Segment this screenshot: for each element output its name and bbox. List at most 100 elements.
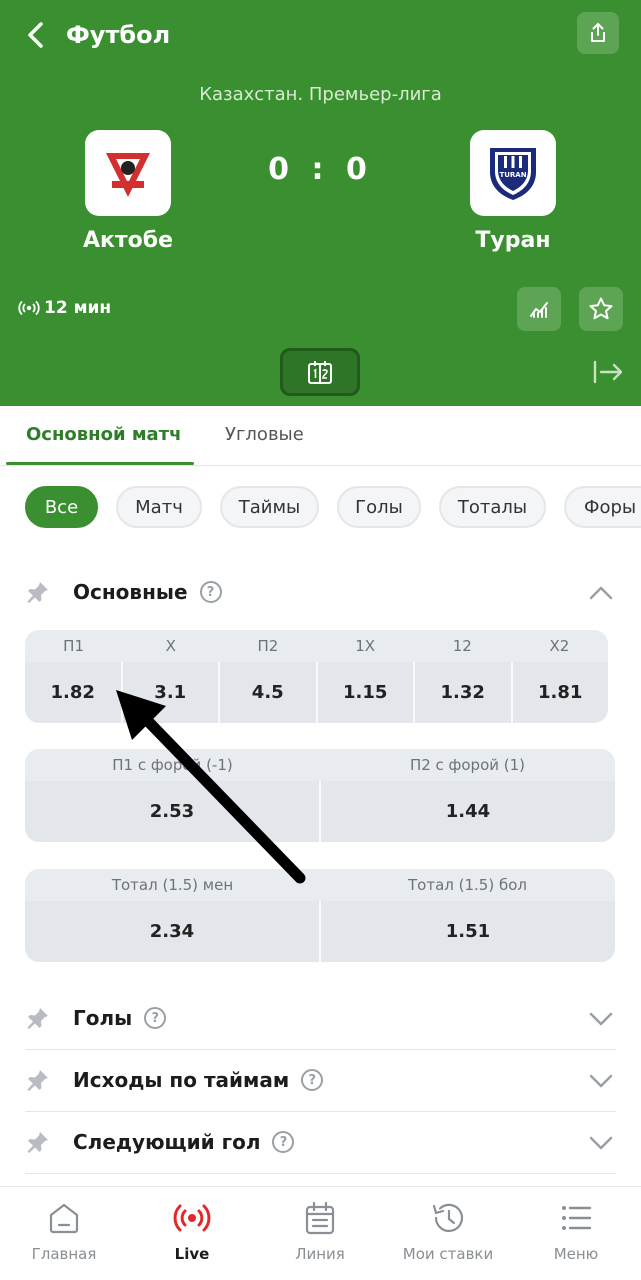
filter-chip-halves[interactable]: Таймы [220,486,319,528]
odds-header: П1 [63,637,84,655]
share-button[interactable] [577,12,619,54]
page-title: Футбол [66,21,171,49]
home-icon [49,1203,79,1234]
bottom-navigation: Главная Live Линия Мои ставки Меню [0,1186,641,1280]
share-icon [591,23,605,42]
score-separator: : [311,152,330,187]
section-title-goals: Голы [73,1006,133,1030]
away-score: 0 [345,152,373,187]
odds-button-1x[interactable]: 1.15 [317,662,413,723]
pin-icon[interactable] [25,1067,51,1093]
nav-item-live[interactable]: Live [128,1201,256,1263]
help-icon[interactable]: ? [301,1069,324,1091]
total-odds-headers: Тотал (1.5) мен Тотал (1.5) бол [25,869,615,901]
live-broadcast-icon [173,1204,211,1232]
section-title-main: Основные [73,580,188,604]
menu-icon [562,1206,592,1230]
odds-header: Х2 [549,637,570,655]
help-icon[interactable]: ? [199,581,222,603]
filter-chip-handicaps[interactable]: Форы [564,486,641,528]
league-name: Казахстан. Премьер-лига [199,84,442,105]
odds-header: П2 с форой (1) [409,756,526,774]
back-button[interactable] [18,18,52,52]
odds-header: П2 [257,637,279,655]
handicap-odds-block: П1 с форой (-1) П2 с форой (1) 2.53 1.44 [25,749,615,842]
chevron-down-icon[interactable] [588,1068,614,1094]
section-title-halves-outcomes: Исходы по таймам [73,1068,290,1092]
chevron-down-icon[interactable] [588,1006,614,1032]
odds-button-12[interactable]: 1.32 [415,662,511,723]
section-header-next-goal[interactable]: Следующий гол ? [25,1112,616,1172]
odds-header: 1Х [355,637,376,655]
total-odds-values: 2.34 1.51 [25,901,615,962]
filter-chip-totals[interactable]: Тоталы [439,486,546,528]
statistics-button[interactable] [517,287,561,331]
handicap-odds-values: 2.53 1.44 [25,781,615,842]
nav-label: Live [174,1245,210,1263]
away-logo-text: TURAN [499,171,526,179]
section-divider [25,1173,616,1174]
odds-button-x2[interactable]: 1.81 [512,662,608,723]
section-header-main[interactable]: Основные ? [25,562,616,622]
odds-header: Х [165,637,176,655]
away-team-name: Туран [475,228,551,253]
filter-chip-goals[interactable]: Голы [337,486,421,528]
nav-item-home[interactable]: Главная [0,1201,128,1263]
home-team[interactable]: Актобе [28,130,228,253]
odds-header: П1 с форой (-1) [112,756,233,774]
filter-chips: Все Матч Таймы Голы Тоталы Форы [0,486,641,530]
nav-label: Меню [553,1245,599,1263]
outcome-odds-headers: П1 Х П2 1Х 12 Х2 [25,630,608,662]
favorite-button[interactable] [579,287,623,331]
odds-button-handicap-away[interactable]: 1.44 [321,781,615,842]
nav-item-line[interactable]: Линия [256,1201,384,1263]
history-icon [432,1203,464,1232]
nav-item-my-bets[interactable]: Мои ставки [384,1201,512,1263]
exit-fullscreen-button[interactable] [589,354,629,390]
arrow-to-right-icon [593,360,623,384]
active-tab-indicator [6,462,194,465]
tab-corners[interactable]: Угловые [225,424,304,445]
section-title-next-goal: Следующий гол [73,1130,261,1154]
calendar-icon [305,1201,335,1235]
odds-button-p1[interactable]: 1.82 [25,662,121,723]
market-tabs: Основной матч Угловые [0,406,641,466]
chevron-left-icon [28,22,43,48]
match-header: Футбол Казахстан. Премьер-лига Актобе 0 … [0,0,641,406]
handicap-odds-headers: П1 с форой (-1) П2 с форой (1) [25,749,615,781]
nav-item-menu[interactable]: Меню [512,1201,640,1263]
filter-chip-match[interactable]: Матч [116,486,202,528]
total-odds-block: Тотал (1.5) мен Тотал (1.5) бол 2.34 1.5… [25,869,615,962]
section-header-goals[interactable]: Голы ? [25,988,616,1048]
nav-label: Линия [295,1245,345,1263]
tab-main-match[interactable]: Основной матч [26,424,182,445]
odds-button-draw[interactable]: 3.1 [122,662,218,723]
stats-chart-icon [530,302,548,318]
odds-button-handicap-home[interactable]: 2.53 [25,781,319,842]
section-header-halves-outcomes[interactable]: Исходы по таймам ? [25,1050,616,1110]
odds-header: 12 [452,637,472,655]
away-team[interactable]: TURAN Туран [413,130,613,253]
odds-button-total-over[interactable]: 1.51 [321,901,615,962]
pin-icon[interactable] [25,579,51,605]
nav-label: Главная [31,1245,97,1263]
outcome-odds-block: П1 Х П2 1Х 12 Х2 1.82 3.1 4.5 1.15 1.32 … [25,630,608,723]
chevron-down-icon[interactable] [588,1130,614,1156]
live-broadcast-icon [18,300,40,316]
help-icon[interactable]: ? [144,1007,167,1029]
chevron-up-icon[interactable] [588,580,614,606]
odds-header: Тотал (1.5) мен [111,876,234,894]
odds-button-total-under[interactable]: 2.34 [25,901,319,962]
help-icon[interactable]: ? [272,1131,295,1153]
live-time-label: 12 мин [44,298,112,318]
away-team-logo: TURAN [470,130,556,216]
odds-button-p2[interactable]: 4.5 [220,662,316,723]
live-indicator: 12 мин [18,298,111,318]
odds-header: Тотал (1.5) бол [408,876,527,894]
pin-icon[interactable] [25,1005,51,1031]
star-icon [589,297,613,320]
nav-label: Мои ставки [402,1245,494,1263]
pin-icon[interactable] [25,1129,51,1155]
filter-chip-all[interactable]: Все [25,486,98,528]
halves-toggle-button[interactable] [280,348,360,396]
